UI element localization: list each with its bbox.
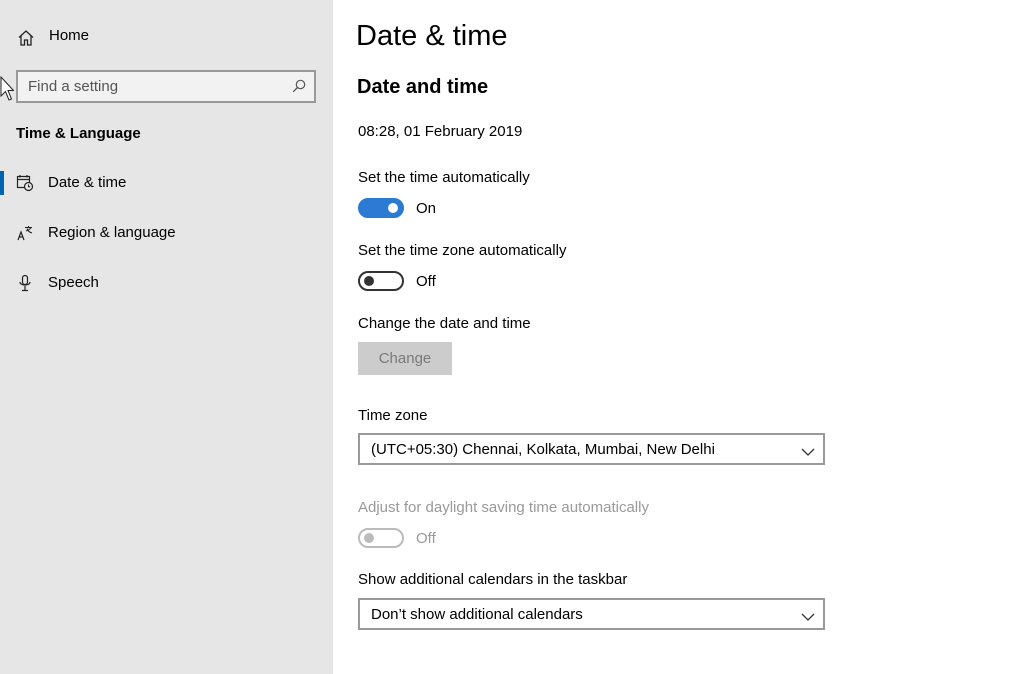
set-time-auto-toggle[interactable] xyxy=(358,198,404,218)
set-time-auto-label: Set the time automatically xyxy=(358,169,530,186)
set-timezone-auto-label: Set the time zone automatically xyxy=(358,242,567,259)
daylight-saving-toggle[interactable] xyxy=(358,528,404,548)
nav-home-label: Home xyxy=(49,27,90,44)
additional-calendars-value: Don’t show additional calendars xyxy=(371,606,583,623)
sidebar-item-region-language[interactable]: Region & language xyxy=(0,213,333,253)
search-field[interactable] xyxy=(16,70,316,103)
sidebar-item-speech[interactable]: Speech xyxy=(0,263,333,303)
sidebar-item-label: Speech xyxy=(48,274,99,291)
microphone-icon xyxy=(16,274,34,292)
change-date-time-label: Change the date and time xyxy=(358,315,531,332)
daylight-saving-label: Adjust for daylight saving time automati… xyxy=(358,499,649,516)
set-time-auto-state: On xyxy=(416,200,437,217)
toggle-knob xyxy=(364,276,374,286)
additional-calendars-label: Show additional calendars in the taskbar xyxy=(358,571,628,588)
chevron-down-icon xyxy=(801,444,815,456)
nav-home[interactable]: Home xyxy=(0,18,333,56)
set-timezone-auto-toggle[interactable] xyxy=(358,271,404,291)
time-zone-value: (UTC+05:30) Chennai, Kolkata, Mumbai, Ne… xyxy=(371,441,715,458)
toggle-knob xyxy=(364,533,374,543)
set-timezone-auto-state: Off xyxy=(416,273,436,290)
section-title: Time & Language xyxy=(16,125,141,142)
toggle-knob xyxy=(388,203,398,213)
sidebar-item-label: Date & time xyxy=(48,174,127,191)
time-zone-label: Time zone xyxy=(358,407,428,424)
additional-calendars-dropdown[interactable]: Don’t show additional calendars xyxy=(358,598,825,630)
section-heading: Date and time xyxy=(357,76,489,98)
settings-window: Home Time & Language xyxy=(0,0,1024,674)
time-zone-dropdown[interactable]: (UTC+05:30) Chennai, Kolkata, Mumbai, Ne… xyxy=(358,433,825,465)
calendar-clock-icon xyxy=(16,174,34,192)
main-content: Date & time Date and time 08:28, 01 Febr… xyxy=(333,0,1024,674)
search-icon[interactable] xyxy=(292,79,306,93)
daylight-saving-state: Off xyxy=(416,530,436,547)
home-icon xyxy=(17,29,35,47)
mouse-cursor-icon xyxy=(0,75,15,102)
sidebar: Home Time & Language xyxy=(0,0,333,674)
chevron-down-icon xyxy=(801,609,815,621)
page-title: Date & time xyxy=(356,20,508,52)
change-button[interactable]: Change xyxy=(358,342,452,375)
search-input[interactable] xyxy=(18,72,288,101)
language-icon xyxy=(16,224,34,242)
sidebar-item-date-time[interactable]: Date & time xyxy=(0,163,333,203)
sidebar-item-label: Region & language xyxy=(48,224,176,241)
selected-indicator xyxy=(0,171,4,195)
current-datetime: 08:28, 01 February 2019 xyxy=(358,123,523,140)
